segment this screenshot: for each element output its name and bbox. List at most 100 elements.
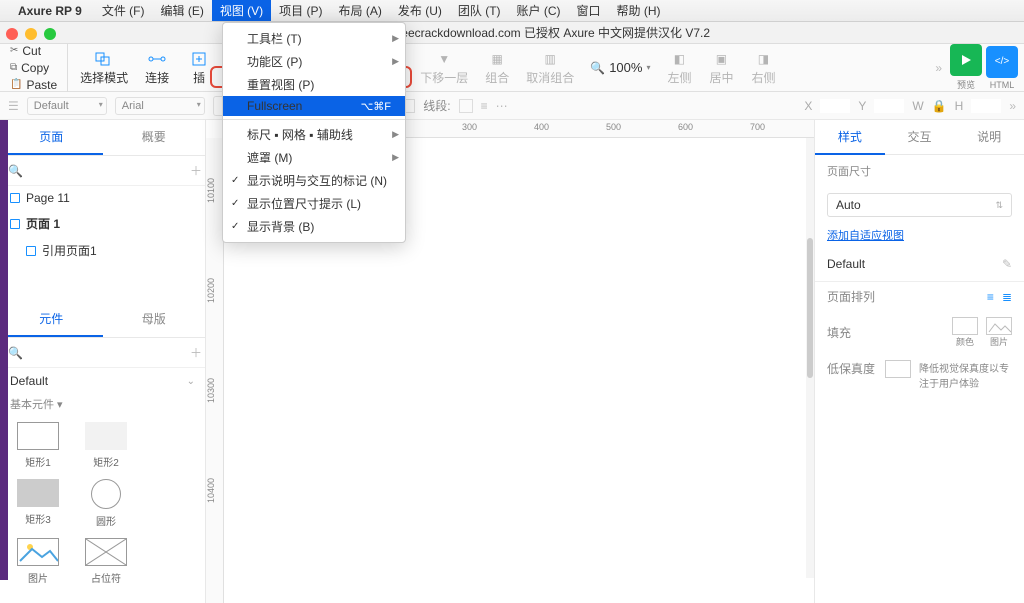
fidelity-icon[interactable]	[885, 360, 911, 378]
style-default[interactable]: Default✎	[815, 247, 1024, 282]
tab-widgets[interactable]: 元件	[0, 302, 103, 337]
tab-interactions[interactable]: 交互	[885, 120, 955, 155]
fill-color-swatch[interactable]	[952, 317, 978, 335]
align-left-icon[interactable]: ≡	[987, 290, 994, 304]
select-mode[interactable]: 选择模式	[80, 49, 128, 86]
line-swatch[interactable]	[459, 99, 473, 113]
search-icon: 🔍	[8, 164, 23, 178]
style-select[interactable]: Default	[27, 97, 107, 115]
dd-masks[interactable]: 遮罩 (M)▶	[223, 146, 405, 169]
overflow-icon[interactable]: »	[935, 61, 942, 75]
clipboard-group: ✂ Cut ⧉ Copy 📋 Paste	[6, 43, 68, 93]
fill-image[interactable]	[986, 317, 1012, 335]
style-icon[interactable]: ☰	[8, 99, 19, 113]
align-center-icon[interactable]: ≣	[1002, 290, 1012, 304]
tab-pages[interactable]: 页面	[0, 120, 103, 155]
dd-show-notes[interactable]: ✓显示说明与交互的标记 (N)	[223, 169, 405, 192]
line-label: 线段:	[423, 97, 450, 114]
minimize-icon[interactable]	[25, 28, 37, 40]
app-sidebar	[0, 120, 8, 580]
y-input[interactable]	[874, 99, 904, 113]
lib-tabs: 元件 母版	[0, 302, 205, 338]
menu-window[interactable]: 窗口	[569, 0, 609, 21]
paste-button[interactable]: 📋 Paste	[6, 77, 61, 93]
align-left: ◧左侧	[666, 49, 692, 86]
library-select[interactable]: Default⌄	[0, 368, 205, 394]
tab-outline[interactable]: 概要	[103, 120, 206, 155]
page-item[interactable]: Page 11	[0, 186, 205, 210]
titlebar: prise Edition : Freecrackdownload.com 已授…	[0, 22, 1024, 44]
h-input[interactable]	[971, 99, 1001, 113]
dd-fullscreen[interactable]: Fullscreen⌥⌘F	[223, 96, 405, 116]
font-select[interactable]: Arial	[115, 97, 205, 115]
view-dropdown: 工具栏 (T)▶ 功能区 (P)▶ 重置视图 (P) Fullscreen⌥⌘F…	[222, 22, 406, 243]
menu-publish[interactable]: 发布 (U)	[390, 0, 450, 21]
line-width-select[interactable]: ≡	[481, 99, 488, 113]
align-center: ▣居中	[708, 49, 734, 86]
canvas-scrollbar-v[interactable]	[806, 138, 814, 578]
menu-project[interactable]: 项目 (P)	[271, 0, 330, 21]
menu-layout[interactable]: 布局 (A)	[331, 0, 390, 21]
main: 页面 概要 🔍 ＋ 🗀 Page 11 页面 1 引用页面1 元件 母版 🔍 ＋…	[0, 120, 1024, 603]
fidelity-row: 低保真度 降低视觉保真度以专注于用户体验	[815, 354, 1024, 396]
pages-search[interactable]	[29, 164, 184, 178]
ungroup-button: ▥取消组合	[526, 49, 574, 86]
dd-panes[interactable]: 功能区 (P)▶	[223, 50, 405, 73]
pages-toolbar: 🔍 ＋ 🗀	[0, 156, 205, 186]
lib-toolbar: 🔍 ＋ 🗀 ⋮	[0, 338, 205, 368]
dd-show-location[interactable]: ✓显示位置尺寸提示 (L)	[223, 192, 405, 215]
app-name[interactable]: Axure RP 9	[18, 4, 82, 18]
lock-icon[interactable]: 🔒	[932, 99, 947, 113]
connect-tool[interactable]: 连接	[144, 49, 170, 86]
inspector-tabs: 样式 交互 说明	[815, 120, 1024, 155]
page-item[interactable]: 页面 1	[0, 210, 205, 237]
menu-help[interactable]: 帮助 (H)	[609, 0, 669, 21]
dd-reset-view[interactable]: 重置视图 (P)	[223, 73, 405, 96]
tab-notes[interactable]: 说明	[954, 120, 1024, 155]
add-page-icon[interactable]: ＋	[190, 162, 202, 179]
shape-rect2[interactable]: 矩形2	[72, 422, 140, 469]
fill-row: 填充 颜色 图片	[815, 311, 1024, 354]
move-down: ▼下移一层	[420, 49, 468, 86]
maximize-icon[interactable]	[44, 28, 56, 40]
menu-team[interactable]: 团队 (T)	[450, 0, 509, 21]
toolbar: ✂ Cut ⧉ Copy 📋 Paste 选择模式 连接 插 ▣置于顶层 ▢置于…	[0, 44, 1024, 92]
add-lib-icon[interactable]: ＋	[190, 344, 202, 361]
menu-file[interactable]: 文件 (F)	[94, 0, 153, 21]
menu-edit[interactable]: 编辑 (E)	[152, 0, 211, 21]
adaptive-link[interactable]: 添加自适应视图	[815, 223, 1024, 247]
x-input[interactable]	[820, 99, 850, 113]
tab-masters[interactable]: 母版	[103, 302, 206, 337]
zoom-control[interactable]: 🔍100%▾	[590, 60, 650, 75]
dd-rulers[interactable]: 标尺 ▪ 网格 ▪ 辅助线▶	[223, 123, 405, 146]
preview-button[interactable]: 预览	[950, 44, 982, 91]
close-icon[interactable]	[6, 28, 18, 40]
shape-rect3[interactable]: 矩形3	[4, 479, 72, 528]
left-panel: 页面 概要 🔍 ＋ 🗀 Page 11 页面 1 引用页面1 元件 母版 🔍 ＋…	[0, 120, 206, 603]
shape-placeholder[interactable]: 占位符	[72, 538, 140, 585]
insert-tool[interactable]: 插	[186, 49, 212, 86]
library-section[interactable]: 基本元件 ▾	[0, 394, 205, 414]
cut-button[interactable]: ✂ Cut	[6, 43, 61, 59]
shape-ellipse[interactable]: 圆形	[72, 479, 140, 528]
right-panel: 样式 交互 说明 页面尺寸 Auto⇅ 添加自适应视图 Default✎ 页面排…	[814, 120, 1024, 603]
format-bar: ☰ Default Arial ▾ ▾ 𝐼 U̲ A ≡ 填充: 线段: ≡ ⋯…	[0, 92, 1024, 120]
dd-toolbar[interactable]: 工具栏 (T)▶	[223, 27, 405, 50]
dim-header: 页面尺寸	[815, 155, 1024, 187]
shapes-grid: 矩形1 矩形2 矩形3 圆形 图片 占位符	[0, 414, 205, 603]
line-style-select[interactable]: ⋯	[496, 99, 508, 113]
menu-view[interactable]: 视图 (V)	[212, 0, 271, 21]
lib-search[interactable]	[29, 346, 184, 360]
align-right: ◨右侧	[750, 49, 776, 86]
html-button[interactable]: </> HTML	[986, 46, 1018, 90]
tab-style[interactable]: 样式	[815, 120, 885, 155]
dd-show-bg[interactable]: ✓显示背景 (B)	[223, 215, 405, 238]
dd-separator	[223, 119, 405, 120]
page-item[interactable]: 引用页面1	[0, 237, 205, 264]
copy-button[interactable]: ⧉ Copy	[6, 60, 61, 76]
overflow-format-icon[interactable]: »	[1009, 99, 1016, 113]
shape-image[interactable]: 图片	[4, 538, 72, 585]
shape-rect1[interactable]: 矩形1	[4, 422, 72, 469]
menu-account[interactable]: 账户 (C)	[509, 0, 569, 21]
dim-select[interactable]: Auto⇅	[815, 187, 1024, 223]
